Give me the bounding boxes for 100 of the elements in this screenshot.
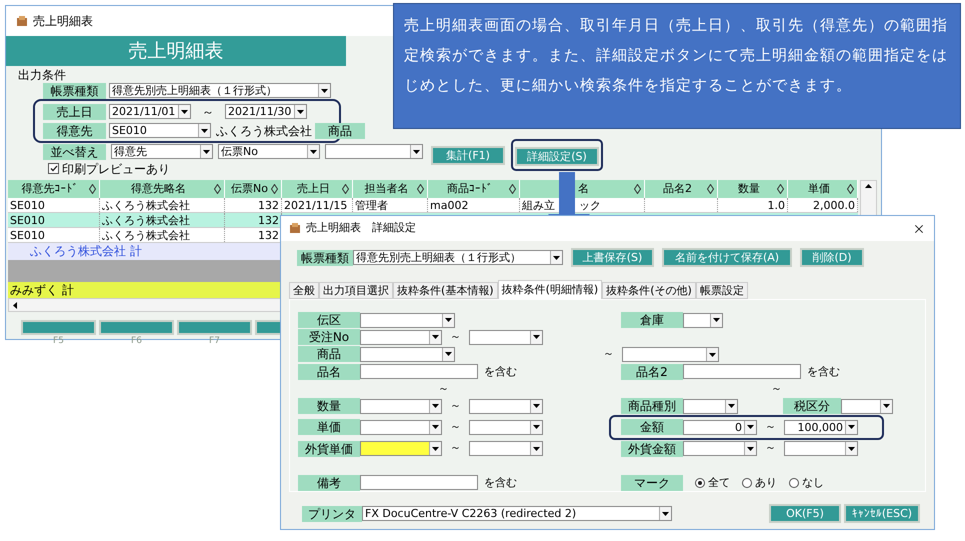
text-field[interactable] <box>360 364 478 380</box>
text-field[interactable] <box>360 475 478 490</box>
range-separator: ～ <box>438 380 449 397</box>
sort-icon <box>509 184 516 194</box>
tab[interactable]: 全般 <box>289 282 319 299</box>
up-arrow-icon <box>865 184 872 188</box>
radio-button[interactable] <box>695 478 705 488</box>
dropdown-field[interactable]: 2021/11/30 <box>225 104 307 119</box>
dropdown-field[interactable] <box>469 441 543 456</box>
dropdown-field[interactable] <box>360 398 442 414</box>
tab[interactable]: 帳票設定 <box>696 282 748 299</box>
dropdown-field[interactable] <box>841 398 893 414</box>
tab[interactable]: 抜粋条件(基本情報) <box>393 282 498 299</box>
dropdown-field[interactable] <box>469 330 543 345</box>
function-key-button[interactable] <box>177 320 252 335</box>
dropdown-field[interactable]: 100,000 <box>784 420 858 435</box>
dropdown-field[interactable] <box>360 441 442 456</box>
dropdown-field[interactable]: 0 <box>683 420 757 435</box>
tab[interactable]: 抜粋条件(明細情報) <box>498 280 602 299</box>
field-label: 並べ替え <box>43 144 106 160</box>
text-field[interactable] <box>683 364 801 380</box>
table-cell: SE010 <box>8 213 100 227</box>
caret-icon <box>713 318 720 322</box>
caret-icon <box>432 404 439 408</box>
dropdown-field[interactable] <box>622 347 719 362</box>
field-label: 帳票種類 <box>43 82 106 98</box>
field-label: 受注No <box>298 329 360 346</box>
caret-icon <box>203 150 210 154</box>
dialog-title: 売上明細表 詳細設定 <box>306 220 417 236</box>
table-cell: 管理者 <box>353 198 428 212</box>
dropdown-field[interactable]: SE010 <box>109 123 211 138</box>
caret-icon <box>728 404 735 408</box>
dropdown-field[interactable]: 得意先別売上明細表（１行形式） <box>109 83 331 98</box>
dropdown-field[interactable]: 得意先別売上明細表（１行形式） <box>353 250 563 265</box>
field-label: 倉庫 <box>621 312 683 328</box>
table-cell: 2,000.0 <box>788 198 858 212</box>
checkbox[interactable] <box>48 163 59 174</box>
caret-icon <box>413 150 420 154</box>
range-separator: ～ <box>450 440 461 456</box>
sort-icon <box>271 184 278 194</box>
dropdown-field[interactable]: FX DocuCentre-V C2263 (redirected 2) <box>362 506 672 521</box>
dropdown-field[interactable]: 得意先 <box>111 144 213 159</box>
table-cell: ma002 <box>428 198 520 212</box>
dropdown-field[interactable]: 2021/11/01 <box>109 104 191 119</box>
caret-icon <box>883 404 890 408</box>
dropdown-field[interactable] <box>469 398 543 414</box>
range-separator: ～ <box>450 419 461 436</box>
window-title: 売上明細表 <box>33 13 93 30</box>
left-arrow-icon <box>13 302 17 308</box>
radio-label: 全て <box>708 474 730 491</box>
cell-text-fragment: ック <box>579 198 601 212</box>
dropdown-field[interactable] <box>784 441 858 456</box>
dropdown-field[interactable] <box>683 398 738 414</box>
sort-icon <box>214 184 221 194</box>
field-label: 金額 <box>621 419 683 436</box>
dropdown-field[interactable] <box>360 330 442 345</box>
field-label: 外貨金額 <box>621 440 683 457</box>
function-key-button[interactable] <box>21 320 96 335</box>
dropdown-field[interactable] <box>683 312 723 328</box>
range-separator: ～ <box>765 440 776 456</box>
check-icon <box>50 165 58 172</box>
function-key-button[interactable] <box>99 320 174 335</box>
dropdown-field[interactable] <box>683 441 757 456</box>
table-cell: SE010 <box>8 228 100 242</box>
tab[interactable]: 抜粋条件(その他) <box>602 282 696 299</box>
app-icon <box>289 223 301 234</box>
sort-icon <box>777 184 784 194</box>
dropdown-field[interactable] <box>360 346 455 362</box>
sort-icon <box>707 184 714 194</box>
field-suffix: を含む <box>484 364 517 380</box>
table-row[interactable]: SE010 ふくろう株式会社 132 2021/11/15 管理者 ma002 組み立 ック 1.0 2,000.0 <box>8 198 858 213</box>
field-label: 商品種別 <box>621 398 683 414</box>
sort-icon <box>847 184 854 194</box>
tab[interactable]: 出力項目選択 <box>319 282 393 299</box>
radio-button[interactable] <box>742 478 752 488</box>
checkbox-label: 印刷プレビューあり <box>62 160 170 178</box>
table-cell: ふくろう株式会社 <box>100 213 225 227</box>
section-title: 出力条件 <box>18 68 67 82</box>
callout-box: 売上明細表画面の場合、取引年月日（売上日）、取引先（得意先）の範囲指定検索ができます。また、詳細設定ボタンにて売上明細金額の範囲指定をはじめとした、更に細かい検索条件を指定することができます。 <box>393 3 961 129</box>
dropdown-field[interactable] <box>360 420 442 435</box>
caret-icon <box>848 425 855 430</box>
caret-icon <box>201 128 208 132</box>
page-header: 売上明細表 <box>6 36 346 66</box>
dropdown-field[interactable] <box>325 144 423 159</box>
field-label: 備考 <box>298 474 360 491</box>
field-label: マーク <box>621 474 683 491</box>
sort-icon <box>342 184 349 194</box>
customer-name: ふくろう株式会社 <box>216 122 312 140</box>
field-suffix: を含む <box>484 474 517 491</box>
dropdown-field[interactable] <box>469 420 543 435</box>
dropdown-field[interactable] <box>360 312 455 328</box>
range-separator: ～ <box>603 346 614 362</box>
dropdown-field[interactable]: 伝票No <box>218 144 320 159</box>
caret-icon <box>310 150 317 154</box>
radio-button[interactable] <box>789 478 799 488</box>
field-label: 帳票種類 <box>297 250 353 266</box>
field-label: 伝区 <box>298 312 360 328</box>
field-label: 商品 <box>315 122 365 138</box>
field-label: 売上日 <box>43 104 106 120</box>
caret-icon <box>432 335 439 340</box>
